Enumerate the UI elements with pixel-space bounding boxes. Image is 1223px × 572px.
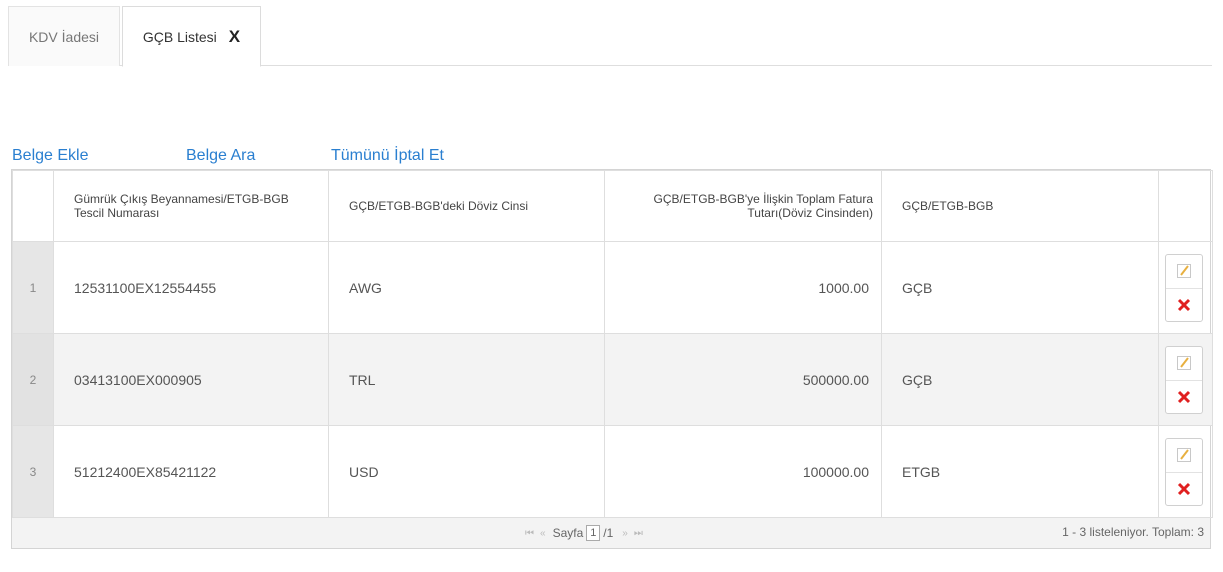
- row-number-header: [12, 170, 54, 242]
- page-total: /1: [603, 526, 614, 540]
- cell-tescil: 12531100EX12554455: [53, 241, 329, 334]
- edit-icon: [1177, 356, 1191, 370]
- table-row[interactable]: 1 12531100EX12554455 AWG 1000.00 GÇB: [12, 241, 1213, 334]
- delete-button[interactable]: [1166, 473, 1202, 506]
- cell-tescil: 51212400EX85421122: [53, 425, 329, 518]
- column-header-actions: [1158, 170, 1213, 242]
- table-row[interactable]: 3 51212400EX85421122 USD 100000.00 ETGB: [12, 425, 1213, 518]
- cell-doviz: USD: [328, 425, 605, 518]
- cell-doviz: TRL: [328, 333, 605, 426]
- delete-icon: [1177, 298, 1191, 312]
- row-action-group: [1165, 253, 1203, 322]
- tab-kdv-iadesi[interactable]: KDV İadesi: [8, 6, 120, 66]
- cell-tur: ETGB: [881, 425, 1159, 518]
- column-header-tutar[interactable]: GÇB/ETGB-BGB'ye İlişkin Toplam Fatura Tu…: [604, 170, 882, 242]
- cell-tur: GÇB: [881, 241, 1159, 334]
- tab-bar: KDV İadesi GÇB Listesi X: [8, 6, 1212, 67]
- row-actions: [1158, 425, 1213, 518]
- column-header-tur[interactable]: GÇB/ETGB-BGB: [881, 170, 1159, 242]
- column-header-tescil[interactable]: Gümrük Çıkış Beyannamesi/ETGB-BGB Tescil…: [53, 170, 329, 242]
- gcb-grid: Gümrük Çıkış Beyannamesi/ETGB-BGB Tescil…: [11, 169, 1213, 549]
- belge-ara-link[interactable]: Belge Ara: [186, 147, 255, 165]
- edit-button[interactable]: [1166, 347, 1202, 381]
- row-number: 1: [12, 241, 54, 334]
- last-page-icon[interactable]: ⏭: [634, 528, 643, 539]
- prev-page-icon[interactable]: «: [540, 528, 546, 539]
- column-header-doviz[interactable]: GÇB/ETGB-BGB'deki Döviz Cinsi: [328, 170, 605, 242]
- edit-button[interactable]: [1166, 255, 1202, 289]
- row-action-group: [1165, 437, 1203, 506]
- close-icon[interactable]: X: [229, 27, 240, 47]
- delete-icon: [1177, 390, 1191, 404]
- tab-gcb-listesi[interactable]: GÇB Listesi X: [122, 6, 261, 67]
- row-number: 3: [12, 425, 54, 518]
- delete-icon: [1177, 482, 1191, 496]
- cell-tutar: 500000.00: [604, 333, 882, 426]
- table-header-row: Gümrük Çıkış Beyannamesi/ETGB-BGB Tescil…: [12, 170, 1213, 242]
- delete-button[interactable]: [1166, 381, 1202, 414]
- tab-kdv-iadesi-label: KDV İadesi: [28, 28, 100, 45]
- pager-controls: ⏮ « Sayfa 1 /1 » ⏭: [522, 525, 646, 541]
- cell-tutar: 1000.00: [604, 241, 882, 334]
- tab-gcb-listesi-label: GÇB Listesi: [142, 28, 217, 45]
- pager: ⏮ « Sayfa 1 /1 » ⏭ 1 - 3 listeleniyor. T…: [12, 517, 1210, 548]
- page-number-input[interactable]: 1: [586, 525, 601, 541]
- record-summary: 1 - 3 listeleniyor. Toplam: 3: [1062, 525, 1204, 539]
- edit-button[interactable]: [1166, 439, 1202, 473]
- cell-doviz: AWG: [328, 241, 605, 334]
- next-page-icon[interactable]: »: [622, 528, 628, 539]
- cell-tutar: 100000.00: [604, 425, 882, 518]
- belge-ekle-link[interactable]: Belge Ekle: [12, 147, 89, 165]
- edit-icon: [1177, 448, 1191, 462]
- first-page-icon[interactable]: ⏮: [525, 528, 534, 539]
- table-row[interactable]: 2 03413100EX000905 TRL 500000.00 GÇB: [12, 333, 1213, 426]
- edit-icon: [1177, 264, 1191, 278]
- gcb-table: Gümrük Çıkış Beyannamesi/ETGB-BGB Tescil…: [12, 170, 1213, 518]
- row-action-group: [1165, 345, 1203, 414]
- tumunu-iptal-et-link[interactable]: Tümünü İptal Et: [331, 147, 444, 165]
- cell-tescil: 03413100EX000905: [53, 333, 329, 426]
- action-links: Belge Ekle Belge Ara Tümünü İptal Et: [12, 147, 612, 167]
- row-actions: [1158, 333, 1213, 426]
- row-number: 2: [12, 333, 54, 426]
- delete-button[interactable]: [1166, 289, 1202, 322]
- cell-tur: GÇB: [881, 333, 1159, 426]
- row-actions: [1158, 241, 1213, 334]
- page-label: Sayfa: [552, 526, 584, 540]
